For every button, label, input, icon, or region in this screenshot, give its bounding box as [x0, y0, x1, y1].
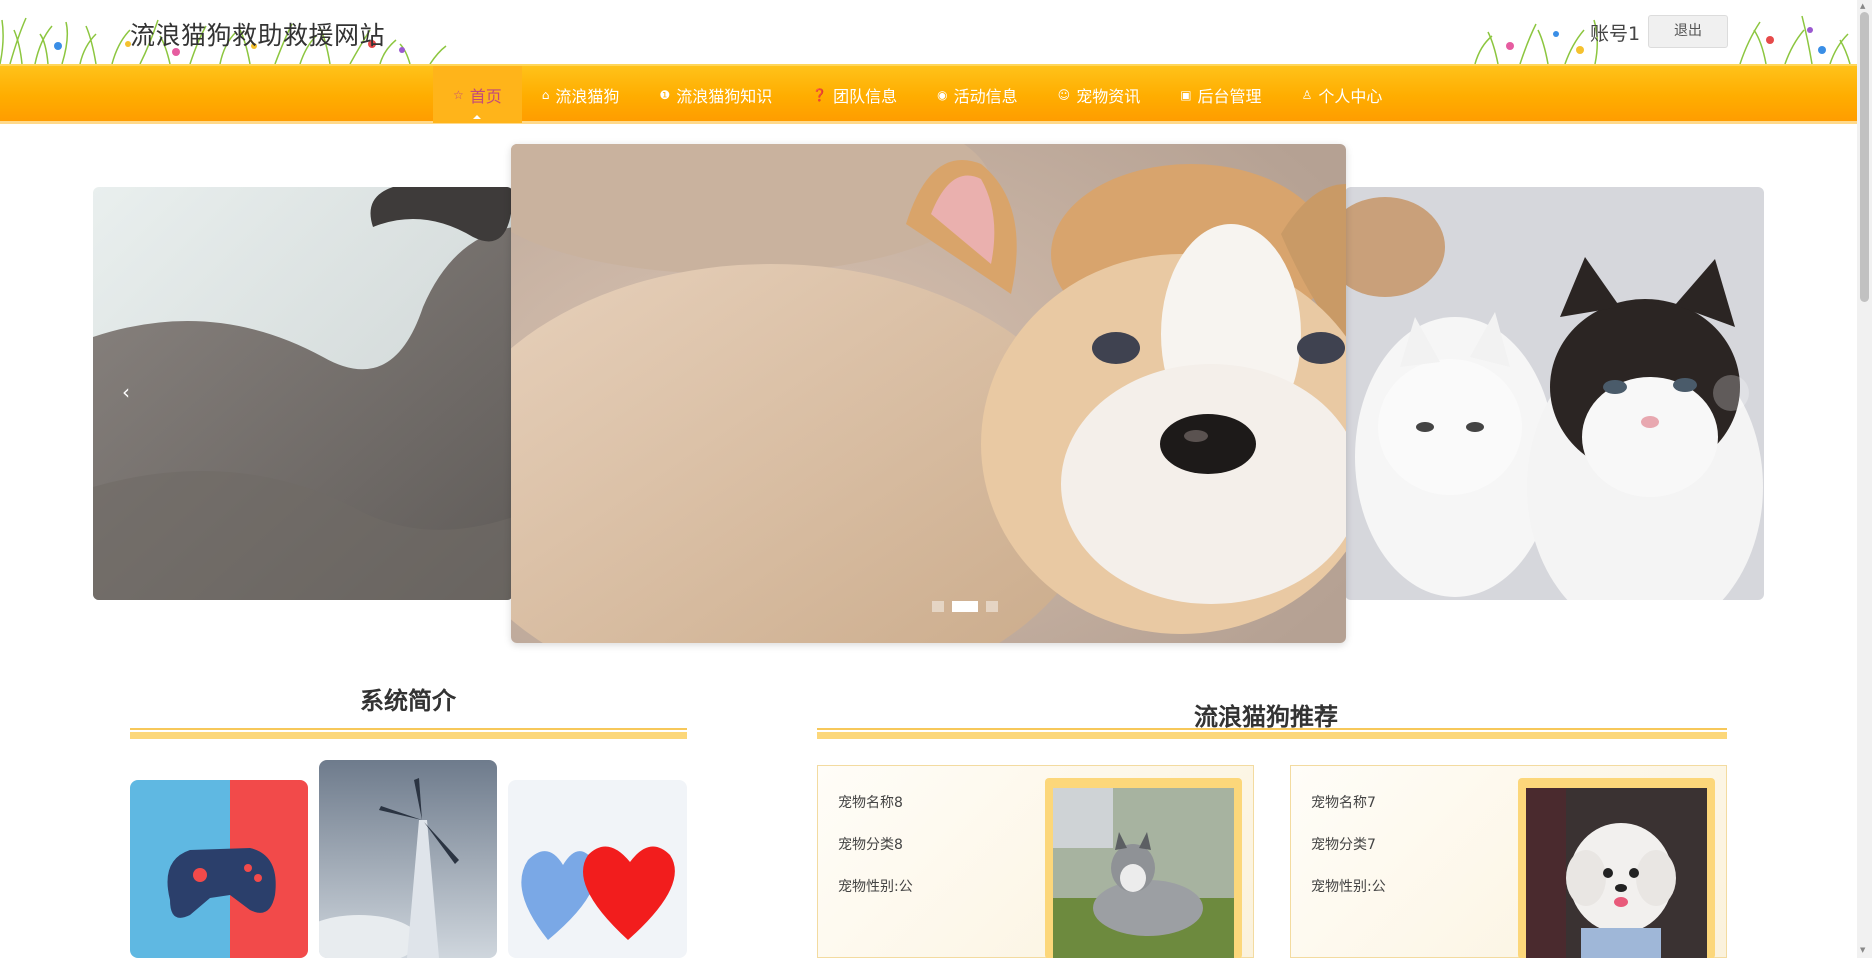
nav-item[interactable]: ◉ 活动信息 — [917, 66, 1038, 123]
pet-gender: 宠物性别:公 — [838, 879, 913, 895]
carousel-dots — [932, 601, 998, 612]
wind-turbine-photo — [319, 760, 497, 958]
pet-name: 宠物名称8 — [838, 795, 903, 811]
site-title: 流浪猫狗救助救援网站 — [130, 21, 386, 50]
hearts-photo — [508, 780, 687, 958]
pet-card[interactable]: 宠物名称8 宠物分类8 宠物性别:公 — [817, 765, 1254, 958]
account-name[interactable]: 账号1 — [1590, 19, 1640, 46]
nav-item[interactable]: ☺ 宠物资讯 — [1038, 66, 1161, 123]
nav-item-label: 后台管理 — [1197, 86, 1262, 106]
nav-item[interactable]: ▣ 后台管理 — [1160, 66, 1281, 123]
carousel-next-arrow[interactable] — [1713, 375, 1749, 411]
header: 流浪猫狗救助救援网站 账号1 退出 — [0, 0, 1855, 64]
intro-title-decoration — [130, 728, 687, 739]
scroll-down-arrow[interactable]: ▼ — [1860, 946, 1865, 954]
star-icon: ☆ — [453, 87, 464, 102]
pet-card[interactable]: 宠物名称7 宠物分类7 宠物性别:公 — [1290, 765, 1727, 958]
page-scrollbar[interactable]: ▲ ▼ — [1857, 0, 1872, 958]
nav-item-label: 团队信息 — [833, 86, 898, 106]
carousel-dot[interactable] — [952, 601, 978, 612]
nav-item[interactable]: ⌂ 流浪猫狗 — [522, 66, 640, 123]
pet-category: 宠物分类7 — [1311, 837, 1376, 853]
nav-item[interactable]: ☆ 首页 — [433, 66, 522, 123]
recommend-title: 流浪猫狗推荐 — [1194, 703, 1338, 731]
gamepad-photo — [130, 780, 308, 958]
kittens-photo — [1345, 187, 1764, 600]
scroll-thumb[interactable] — [1860, 12, 1869, 302]
intro-image-hearts — [508, 780, 687, 958]
nav-item-label: 宠物资讯 — [1076, 86, 1141, 106]
pet-name: 宠物名称7 — [1311, 795, 1376, 811]
nav-item-label: 个人中心 — [1318, 86, 1383, 106]
nav-items: ☆ 首页 ⌂ 流浪猫狗 ❶ 流浪猫狗知识 ❓ 团队信息 ◉ 活动信息 ☺ 宠物资讯 ▣ 后台管理 ♙ 个人中心 — [433, 66, 1402, 123]
nav-item-label: 流浪猫狗知识 — [676, 86, 773, 106]
poodle-photo — [1526, 788, 1707, 958]
carousel-dot[interactable] — [986, 601, 998, 612]
user-icon: ♙ — [1301, 87, 1313, 102]
logout-button[interactable]: 退出 — [1648, 15, 1728, 48]
carousel-prev-arrow[interactable]: ‹ — [108, 375, 144, 411]
intro-image-wind-turbine — [319, 760, 497, 958]
question-icon: ❓ — [812, 87, 828, 102]
nav-item-label: 活动信息 — [953, 86, 1018, 106]
clipboard-icon: ▣ — [1180, 87, 1192, 102]
grey-cat-photo — [93, 187, 513, 600]
carousel-slide-prev[interactable] — [93, 187, 513, 600]
intro-image-gamepad — [130, 780, 308, 958]
pet-category: 宠物分类8 — [838, 837, 903, 853]
page: 流浪猫狗救助救援网站 账号1 退出 ☆ 首页 ⌂ 流浪猫狗 ❶ 流浪猫狗知识 ❓ 团队信息 ◉ 活… — [0, 0, 1872, 958]
info-icon: ❶ — [659, 87, 671, 102]
intro-title: 系统简介 — [360, 687, 456, 715]
husky-photo — [1053, 788, 1234, 958]
pet-photo-frame — [1045, 778, 1242, 958]
nav-item-label: 流浪猫狗 — [555, 86, 620, 106]
carousel-dot[interactable] — [932, 601, 944, 612]
main-nav: ☆ 首页 ⌂ 流浪猫狗 ❶ 流浪猫狗知识 ❓ 团队信息 ◉ 活动信息 ☺ 宠物资讯 ▣ 后台管理 ♙ 个人中心 — [0, 64, 1857, 124]
corgi-puppy-photo — [511, 144, 1346, 643]
pet-photo-frame — [1518, 778, 1715, 958]
nav-item[interactable]: ♙ 个人中心 — [1282, 66, 1403, 123]
pet-gender: 宠物性别:公 — [1311, 879, 1386, 895]
home-icon: ⌂ — [541, 87, 550, 102]
scroll-up-arrow[interactable]: ▲ — [1860, 2, 1865, 10]
smile-icon: ☺ — [1057, 87, 1071, 102]
recommend-title-decoration — [817, 728, 1727, 739]
carousel-slide-next[interactable] — [1345, 187, 1764, 600]
nav-item-label: 首页 — [469, 86, 502, 106]
nav-item[interactable]: ❶ 流浪猫狗知识 — [639, 66, 792, 123]
compass-icon: ◉ — [937, 87, 948, 102]
nav-item[interactable]: ❓ 团队信息 — [792, 66, 917, 123]
carousel-slide-active[interactable] — [511, 144, 1346, 643]
